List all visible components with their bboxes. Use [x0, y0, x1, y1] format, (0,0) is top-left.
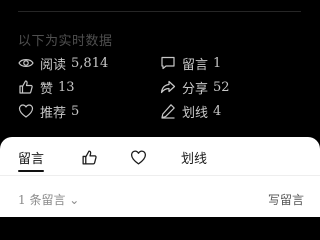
stat-recommends-value: 5	[71, 103, 80, 119]
stat-recommends: 推荐 5	[18, 102, 80, 121]
stat-reads: 阅读 5,814	[18, 54, 109, 73]
stat-shares-label: 分享	[182, 81, 209, 97]
stat-comments: 留言 1	[160, 54, 222, 73]
stat-highlights: 划线 4	[160, 102, 222, 121]
stat-shares-value: 52	[213, 79, 230, 95]
heart-icon	[18, 103, 34, 119]
stat-comments-value: 1	[213, 55, 222, 71]
stat-recommends-label: 推荐	[40, 105, 67, 121]
stat-likes-value: 13	[58, 79, 75, 95]
heart-icon	[130, 149, 146, 165]
tab-likes[interactable]	[79, 146, 99, 168]
sheet-divider	[0, 175, 320, 176]
realtime-data-label: 以下为实时数据	[18, 34, 113, 49]
stat-shares: 分享 52	[160, 78, 230, 97]
stat-likes: 赞 13	[18, 78, 75, 97]
comment-sheet: 留言 划线 1 条留言 ⌄ 写留言	[0, 137, 320, 217]
stat-highlights-label: 划线	[182, 105, 209, 121]
stat-highlights-value: 4	[213, 103, 222, 119]
stat-reads-value: 5,814	[71, 55, 109, 71]
stat-likes-label: 赞	[40, 81, 54, 97]
active-tab-indicator	[18, 170, 44, 172]
comment-count-dropdown[interactable]: 1 条留言 ⌄	[18, 191, 79, 208]
tab-comments[interactable]: 留言	[18, 146, 44, 168]
tab-recommends[interactable]	[128, 146, 148, 168]
share-icon	[160, 79, 176, 95]
thumbs-up-icon	[18, 79, 34, 95]
comment-icon	[160, 55, 176, 71]
pen-icon	[160, 103, 176, 119]
eye-icon	[18, 55, 34, 71]
write-comment-button[interactable]: 写留言	[268, 191, 304, 208]
thumbs-up-icon	[81, 149, 97, 165]
stat-comments-label: 留言	[182, 57, 209, 73]
top-divider	[18, 11, 301, 12]
stat-reads-label: 阅读	[40, 57, 67, 73]
tab-highlights[interactable]: 划线	[180, 146, 208, 168]
